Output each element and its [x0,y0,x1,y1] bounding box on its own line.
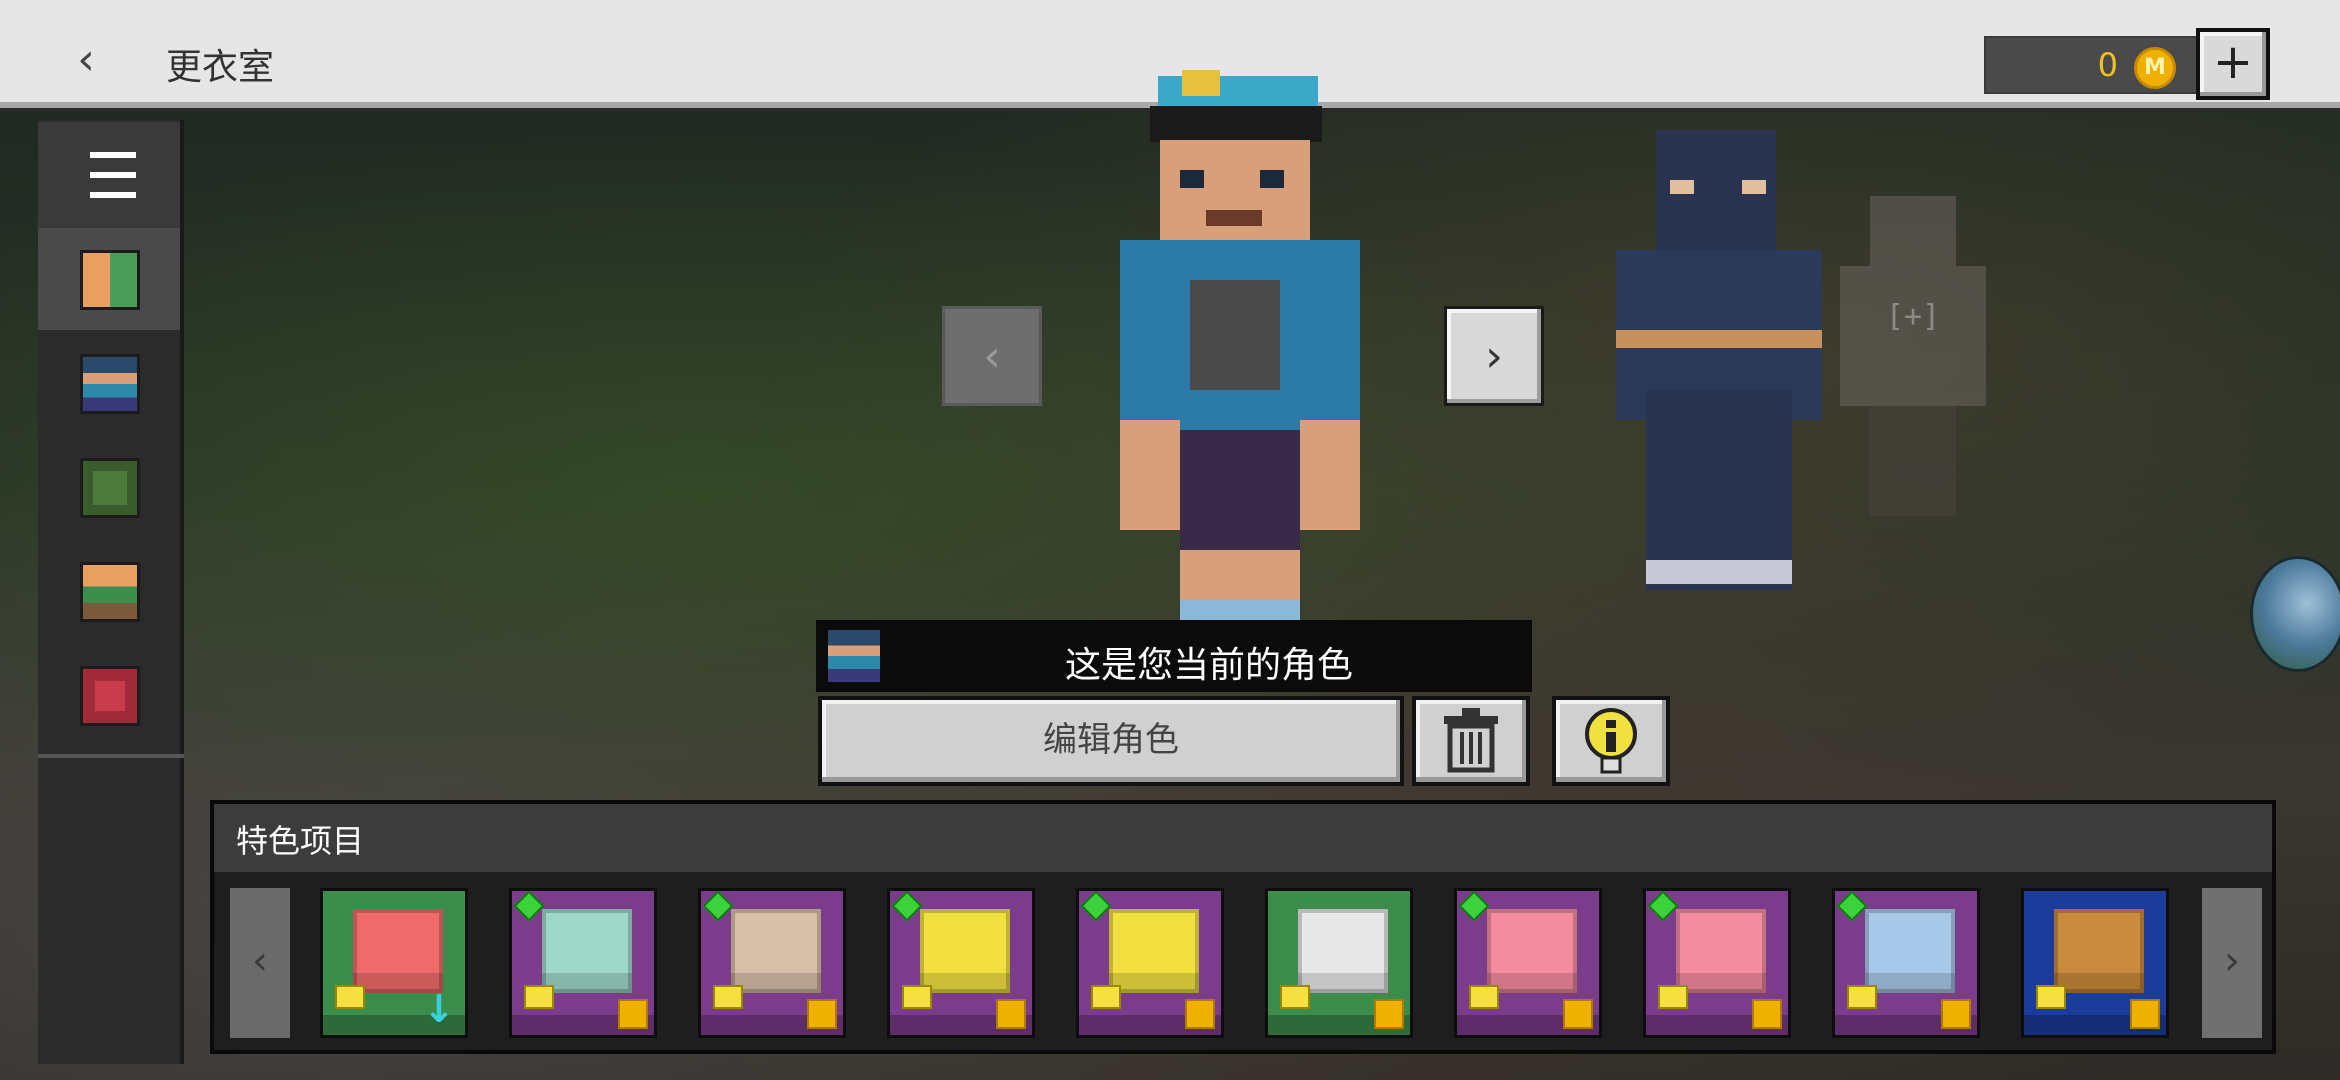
trash-icon [1444,708,1498,773]
gem-icon [513,891,545,922]
character-slot-1[interactable] [1616,130,1822,590]
marketplace-icon [807,999,837,1029]
featured-panel: 特色项目 ‹ ↓ › [210,800,2276,1054]
marketplace-icon [1374,999,1404,1029]
info-icon [1585,708,1637,774]
skin-preview-icon [731,909,821,993]
featured-prev-button[interactable]: ‹ [230,888,290,1038]
skin-preview-icon [1676,909,1766,993]
download-icon: ↓ [423,987,455,1031]
gem-icon [1647,891,1679,922]
world-globe-icon[interactable] [2250,556,2340,672]
gem-icon [891,891,923,922]
marketplace-icon [1941,999,1971,1029]
next-character-button[interactable]: › [1444,306,1544,406]
skin-preview-icon [542,909,632,993]
sidebar-item-outfits[interactable] [38,436,180,538]
skin-preview-icon [1298,909,1388,993]
chevron-left-icon: ‹ [77,34,95,85]
price-tag-icon [524,985,554,1009]
chevron-right-icon: › [1485,331,1503,382]
character-slot-empty[interactable]: [+] [1840,196,1986,516]
skin-preview-icon [1109,909,1199,993]
delete-character-button[interactable] [1412,696,1530,786]
featured-item-tile[interactable] [1643,888,1791,1038]
featured-item-tile[interactable] [1454,888,1602,1038]
featured-item-tile[interactable] [2021,888,2169,1038]
hamburger-menu-icon-bar [90,192,136,198]
price-tag-icon [1847,985,1877,1009]
sidebar-divider [38,754,184,758]
chevron-left-icon: ‹ [983,331,1001,382]
skin-preview-icon [1487,909,1577,993]
current-character-text: 这是您当前的角色 [1064,645,1353,686]
edit-character-button[interactable]: 编辑角色 [818,696,1404,786]
gem-icon [702,891,734,922]
coin-amount: 0 [2097,46,2118,84]
featured-next-button[interactable]: › [2202,888,2262,1038]
price-tag-icon [713,985,743,1009]
marketplace-icon [618,999,648,1029]
character-icon [80,354,140,414]
marketplace-icon [2130,999,2160,1029]
hamburger-menu-icon [90,152,136,158]
hamburger-menu-icon-bar [90,172,136,178]
featured-item-tile[interactable] [509,888,657,1038]
featured-header: 特色项目 [214,804,2272,872]
price-tag-icon [1469,985,1499,1009]
gem-icon [1458,891,1490,922]
back-button[interactable]: ‹ [56,30,116,90]
menu-button[interactable] [38,122,180,228]
add-coins-button[interactable]: + [2196,28,2270,100]
add-character-label: [+] [1886,299,1940,334]
character-info-button[interactable] [1552,696,1670,786]
plus-icon: + [2212,34,2254,90]
skin-preview-icon [2054,909,2144,993]
price-tag-icon [335,985,365,1009]
page-title: 更衣室 [166,47,275,88]
featured-item-tile[interactable] [1265,888,1413,1038]
gem-icon [1080,891,1112,922]
price-tag-icon [1091,985,1121,1009]
character-avatar-icon [828,630,880,682]
outfit-icon [80,458,140,518]
previous-character-button[interactable]: ‹ [942,306,1042,406]
minecoin-icon: M [2134,47,2176,89]
sidebar-item-emotes[interactable] [38,644,180,746]
sidebar-item-steve-alex[interactable] [38,540,180,642]
featured-title: 特色项目 [236,822,365,860]
sidebar [38,120,184,1064]
featured-item-tile[interactable] [1832,888,1980,1038]
coin-balance: 0 M [1984,36,2198,94]
price-tag-icon [902,985,932,1009]
emote-icon [80,666,140,726]
marketplace-icon [1185,999,1215,1029]
sidebar-item-current-character[interactable] [38,332,180,434]
skin-preview-icon [1865,909,1955,993]
skin-preview-icon [920,909,1010,993]
marketplace-icon [996,999,1026,1029]
price-tag-icon [1280,985,1310,1009]
featured-item-tile[interactable] [887,888,1035,1038]
chevron-left-icon: ‹ [252,938,268,984]
chevron-right-icon: › [2224,938,2240,984]
current-character-model[interactable] [1110,70,1370,630]
price-tag-icon [2036,985,2066,1009]
sidebar-item-classic-skins[interactable] [38,228,180,330]
marketplace-icon [1752,999,1782,1029]
featured-item-tile[interactable] [1076,888,1224,1038]
price-tag-icon [1658,985,1688,1009]
gem-icon [1836,891,1868,922]
featured-item-tile[interactable]: ↓ [320,888,468,1038]
alex-icon [80,562,140,622]
marketplace-icon [1563,999,1593,1029]
skin-preview-icon [353,909,443,993]
skins-icon [80,250,140,310]
current-character-banner: 这是您当前的角色 [816,620,1532,692]
featured-item-tile[interactable] [698,888,846,1038]
